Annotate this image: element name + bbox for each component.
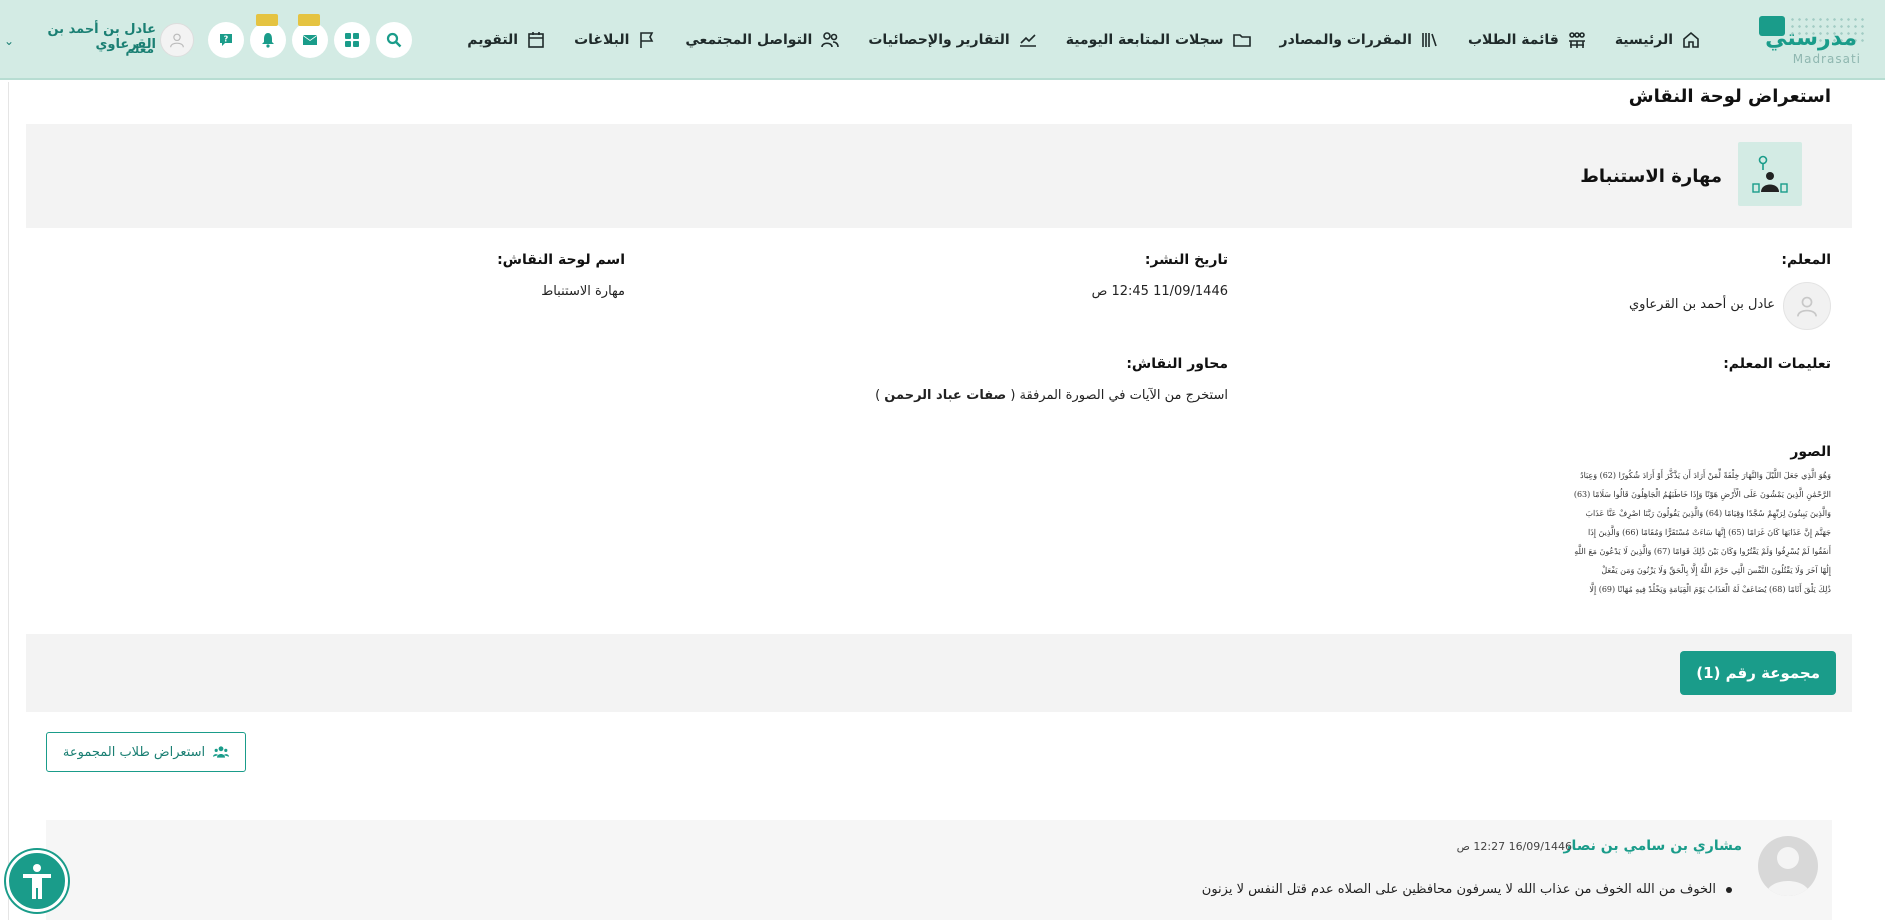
nav-label: المقررات والمصادر — [1279, 32, 1412, 48]
skill-title: مهارة الاستنباط — [1580, 166, 1722, 187]
thinking-person-icon — [1752, 155, 1788, 193]
bell-icon — [262, 33, 274, 48]
group-bar: مجموعة رقم (1) — [26, 634, 1852, 712]
nav-label: سجلات المتابعة اليومية — [1065, 32, 1224, 48]
user-icon — [1797, 296, 1817, 317]
books-icon — [1422, 33, 1437, 47]
axes-value-prefix: استخرج من الآيات في الصورة المرفقة ( — [1010, 388, 1228, 403]
envelope-icon — [303, 35, 317, 45]
search-button[interactable] — [376, 22, 412, 58]
quran-line: ذَٰلِكَ يَلْقَ أَثَامًا (68) يُضَاعَفْ ل… — [1589, 585, 1831, 594]
board-name-label: اسم لوحة النقاش: — [497, 252, 625, 268]
help-icon: ? — [220, 34, 232, 46]
publish-date-label: تاريخ النشر: — [1144, 252, 1228, 268]
quran-line: جَهَنَّمَ إِنَّ عَذَابَهَا كَانَ غَرَامً… — [1588, 528, 1831, 537]
chart-icon — [1019, 34, 1036, 47]
nav-item-calendar[interactable]: التقويم — [467, 30, 546, 50]
svg-text:?: ? — [224, 35, 229, 44]
home-icon — [1683, 31, 1699, 48]
main-nav: الرئيسية قائمة الطلاب المقررات والمصادر … — [467, 24, 1701, 56]
view-group-students-button[interactable]: استعراض طلاب المجموعة — [46, 732, 246, 772]
top-navbar: مدرستي Madrasati الرئيسية قائمة الطلاب ا… — [0, 0, 1885, 80]
publish-date-value: 11/09/1446 12:45 ص — [1091, 284, 1228, 299]
quran-line: أَنفَقُوا لَمْ يُسْرِفُوا وَلَمْ يَقْتُر… — [1574, 547, 1831, 556]
instructions-label: تعليمات المعلم: — [1723, 356, 1831, 372]
help-button[interactable]: ? — [208, 22, 244, 58]
bullet-point — [1726, 886, 1732, 893]
users-group-icon — [213, 746, 230, 758]
brand-name-en: Madrasati — [1792, 52, 1861, 66]
user-icon — [170, 33, 184, 48]
discussion-post: مشاري بن سامي بن نصار 16/09/1446 12:27 ص… — [46, 820, 1832, 920]
quran-line: وَالَّذِينَ يَبِيتُونَ لِرَبِّهِمْ سُجَّ… — [1585, 509, 1831, 518]
page-title: استعراض لوحة النقاش — [1628, 86, 1831, 107]
nav-item-home[interactable]: الرئيسية — [1615, 30, 1701, 50]
skill-icon — [1738, 142, 1802, 206]
post-content: الخوف من الله الخوف من عذاب الله لا يسرف… — [1202, 882, 1732, 897]
group-button[interactable]: مجموعة رقم (1) — [1680, 651, 1836, 695]
user-avatar[interactable] — [160, 23, 194, 57]
nav-label: قائمة الطلاب — [1467, 32, 1559, 48]
teacher-avatar — [1783, 282, 1831, 330]
nav-item-reports-flag[interactable]: البلاغات — [574, 30, 657, 50]
accessibility-icon — [23, 864, 51, 899]
user-role: معلم — [125, 42, 154, 56]
axes-value-suffix: ) — [875, 388, 881, 403]
axes-value-bold: صفات عباد الرحمن — [884, 388, 1007, 403]
axes-value: استخرج من الآيات في الصورة المرفقة ( صفا… — [875, 388, 1228, 403]
images-label: الصور — [1790, 444, 1831, 460]
nav-item-reports[interactable]: التقارير والإحصائيات — [868, 30, 1037, 50]
chevron-down-icon[interactable]: ⌄ — [4, 34, 14, 48]
quran-line: إِلَٰهًا آخَرَ وَلَا يَقْتُلُونَ النَّفْ… — [1601, 566, 1831, 575]
grid-icon — [345, 33, 359, 47]
content-border — [8, 82, 9, 920]
users-icon — [821, 32, 840, 48]
post-timestamp: 16/09/1446 12:27 ص — [1456, 840, 1572, 853]
view-group-students-label: استعراض طلاب المجموعة — [62, 744, 206, 760]
messages-badge — [298, 14, 320, 26]
teacher-label: المعلم: — [1781, 252, 1831, 268]
skill-card: مهارة الاستنباط — [26, 124, 1852, 228]
board-name-value: مهارة الاستنباط — [541, 284, 625, 299]
attached-image-quran-verses[interactable]: وَهُوَ الَّذِي جَعَلَ اللَّيْلَ وَالنَّه… — [1555, 466, 1831, 600]
nav-label: التواصل المجتمعي — [685, 32, 813, 48]
notifications-button[interactable] — [250, 14, 286, 58]
author-avatar — [1758, 836, 1818, 896]
calendar-icon — [528, 32, 544, 48]
notifications-badge — [256, 14, 278, 26]
post-text: الخوف من الله الخوف من عذاب الله لا يسرف… — [1201, 882, 1716, 897]
nav-item-courses[interactable]: المقررات والمصادر — [1280, 30, 1440, 50]
nav-item-daily-records[interactable]: سجلات المتابعة اليومية — [1066, 30, 1252, 50]
axes-label: محاور النقاش: — [1126, 356, 1228, 372]
accessibility-button[interactable] — [6, 850, 68, 912]
quran-line: الرَّحْمَٰنِ الَّذِينَ يَمْشُونَ عَلَى ا… — [1573, 490, 1831, 499]
messages-button[interactable] — [292, 14, 328, 58]
nav-label: البلاغات — [574, 32, 630, 48]
brand-name: مدرستي — [1765, 26, 1857, 51]
nav-item-community[interactable]: التواصل المجتمعي — [685, 30, 840, 50]
nav-label: التقويم — [467, 32, 519, 48]
flag-icon — [640, 32, 654, 48]
folder-icon — [1232, 34, 1251, 47]
nav-item-students[interactable]: قائمة الطلاب — [1468, 30, 1587, 50]
user-silhouette-icon — [1766, 847, 1810, 896]
students-icon — [1568, 32, 1585, 48]
apps-button[interactable] — [334, 22, 370, 58]
search-icon — [386, 32, 402, 48]
quran-line: وَهُوَ الَّذِي جَعَلَ اللَّيْلَ وَالنَّه… — [1580, 471, 1831, 480]
teacher-name: عادل بن أحمد بن القرعاوي — [1629, 297, 1775, 312]
post-author[interactable]: مشاري بن سامي بن نصار — [1564, 838, 1743, 854]
nav-label: الرئيسية — [1614, 32, 1673, 48]
nav-label: التقارير والإحصائيات — [868, 32, 1010, 48]
